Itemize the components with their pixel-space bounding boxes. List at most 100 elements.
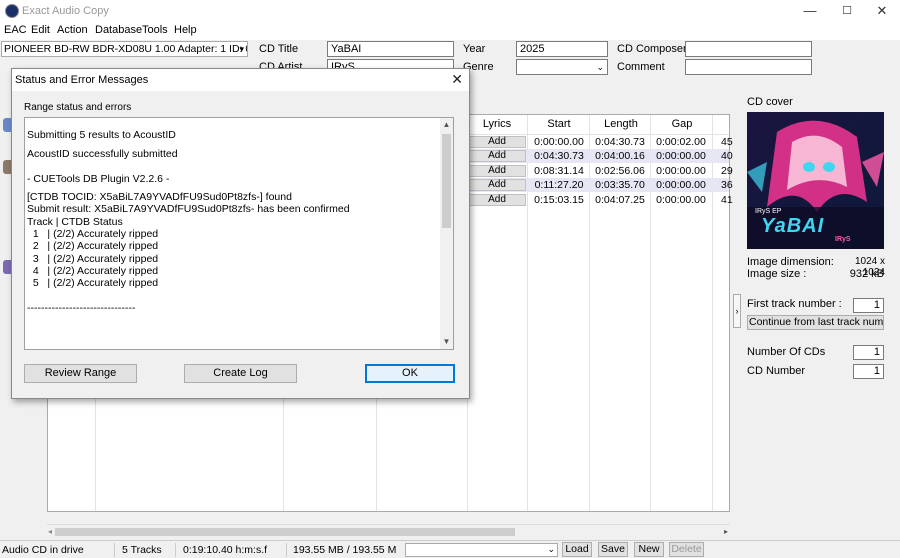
scroll-up-icon[interactable]: ▲ (440, 118, 453, 132)
delete-button[interactable]: Delete (669, 542, 704, 557)
dialog-title-bar: Status and Error Messages ✕ (12, 69, 469, 91)
vscroll-thumb[interactable] (442, 134, 451, 228)
scroll-right-icon[interactable]: ▸ (724, 527, 728, 536)
status-select[interactable]: ⌄ (405, 543, 558, 557)
cd-cover-image[interactable]: IRyS EP YaBAI IRyS (747, 112, 884, 249)
review-range-button[interactable]: Review Range (24, 364, 137, 383)
cd-number-label: CD Number (747, 365, 806, 377)
lyrics-add-button[interactable]: Add (468, 150, 526, 162)
lyrics-add-button[interactable]: Add (468, 136, 526, 148)
menu-eac[interactable]: EAC (4, 24, 27, 36)
total-size-text: 193.55 MB / 193.55 M (293, 544, 397, 556)
track-extra-cell: 45 (721, 136, 733, 148)
dialog-close-icon[interactable]: ✕ (451, 71, 463, 88)
window-title: Exact Audio Copy (22, 5, 109, 17)
message-line: 3 | (2/2) Accurately ripped (27, 252, 159, 265)
new-button[interactable]: New (634, 542, 664, 557)
dialog-title: Status and Error Messages (15, 74, 149, 86)
genre-select[interactable]: ⌄ (516, 59, 608, 75)
track-gap-cell: 0:00:00.00 (656, 150, 706, 162)
status-bar: Audio CD in drive 5 Tracks 0:19:10.40 h:… (0, 540, 900, 558)
cd-cover-label: CD cover (747, 96, 793, 108)
message-line: 5 | (2/2) Accurately ripped (27, 277, 159, 290)
lyrics-add-button[interactable]: Add (468, 179, 526, 191)
first-track-input[interactable]: 1 (853, 298, 884, 313)
track-length-cell: 0:02:56.06 (595, 165, 645, 177)
track-count-text: 5 Tracks (122, 544, 162, 556)
track-gap-cell: 0:00:00.00 (656, 194, 706, 206)
col-header-gap[interactable]: Gap (654, 118, 710, 130)
col-header-lyrics[interactable]: Lyrics (471, 118, 523, 130)
status-error-dialog: Status and Error Messages ✕ Range status… (11, 68, 470, 399)
composer-input[interactable] (685, 41, 812, 57)
menu-edit[interactable]: Edit (31, 24, 50, 36)
track-extra-cell: 41 (721, 194, 733, 206)
message-line: AcoustID successfully submitted (27, 147, 178, 160)
message-line: 2 | (2/2) Accurately ripped (27, 240, 159, 253)
message-log-vscroll[interactable]: ▲ ▼ (440, 118, 453, 349)
message-line: 4 | (2/2) Accurately ripped (27, 264, 159, 277)
load-button[interactable]: Load (562, 542, 592, 557)
message-line: [CTDB TOCID: X5aBiL7A9YVADfFU9Sud0Pt8zfs… (27, 191, 292, 204)
menu-database[interactable]: Database (95, 24, 142, 36)
track-start-cell: 0:15:03.15 (534, 194, 584, 206)
drive-state-text: Audio CD in drive (2, 544, 84, 556)
track-length-cell: 0:04:30.73 (595, 136, 645, 148)
track-gap-cell: 0:00:00.00 (656, 165, 706, 177)
message-line: Track | CTDB Status (27, 215, 123, 228)
close-button[interactable]: ✕ (864, 0, 900, 22)
track-start-cell: 0:08:31.14 (534, 165, 584, 177)
drive-select-value: PIONEER BD-RW BDR-XD08U 1.00 Adapter: 1 … (4, 43, 248, 55)
image-size-value: 932 kB (849, 268, 884, 280)
message-line: Submitting 5 results to AcoustID (27, 129, 176, 141)
track-gap-cell: 0:00:00.00 (656, 179, 706, 191)
range-status-label: Range status and errors (24, 102, 132, 113)
menu-action[interactable]: Action (57, 24, 88, 36)
track-gap-cell: 0:00:02.00 (656, 136, 706, 148)
cover-artist-text: IRyS (835, 236, 851, 243)
year-input[interactable]: 2025 (516, 41, 608, 57)
message-line: ------------------------------- (27, 302, 136, 315)
cd-title-label: CD Title (259, 43, 299, 55)
track-start-cell: 0:00:00.00 (534, 136, 584, 148)
track-start-cell: 0:11:27.20 (534, 179, 584, 191)
chevron-down-icon: ⌄ (547, 544, 555, 554)
menu-tools[interactable]: Tools (142, 24, 168, 36)
menu-bar: EAC Edit Action Database Tools Help (0, 22, 900, 40)
lyrics-add-button[interactable]: Add (468, 194, 526, 206)
maximize-button[interactable]: ☐ (829, 0, 865, 22)
comment-label: Comment (617, 61, 665, 73)
create-log-button[interactable]: Create Log (184, 364, 297, 383)
cd-number-input[interactable]: 1 (853, 364, 884, 379)
save-button[interactable]: Save (598, 542, 628, 557)
comment-input[interactable] (685, 59, 812, 75)
app-logo-icon[interactable] (5, 4, 19, 18)
drive-select[interactable]: PIONEER BD-RW BDR-XD08U 1.00 Adapter: 1 … (1, 41, 248, 57)
scroll-down-icon[interactable]: ▼ (440, 335, 453, 349)
image-dimension-label: Image dimension: (747, 256, 834, 268)
side-panel-expand-button[interactable]: › (733, 294, 741, 328)
track-start-cell: 0:04:30.73 (534, 150, 584, 162)
hscroll-thumb[interactable] (55, 528, 515, 536)
menu-help[interactable]: Help (174, 24, 197, 36)
number-of-cds-label: Number Of CDs (747, 346, 826, 358)
message-line: 1 | (2/2) Accurately ripped (27, 228, 159, 240)
total-time-text: 0:19:10.40 h:m:s.f (183, 544, 268, 556)
scroll-left-icon[interactable]: ◂ (48, 527, 52, 536)
track-list-hscroll[interactable]: ◂ ▸ (47, 524, 730, 539)
message-line: Submit result: X5aBiL7A9YVADfFU9Sud0Pt8z… (27, 203, 350, 216)
col-header-length[interactable]: Length (593, 118, 649, 130)
track-length-cell: 0:03:35.70 (595, 179, 645, 191)
ok-button[interactable]: OK (365, 364, 455, 383)
minimize-button[interactable]: — (792, 0, 828, 22)
col-header-start[interactable]: Start (531, 118, 587, 130)
cover-ep-text: IRyS EP (755, 208, 782, 215)
track-extra-cell: 40 (721, 150, 733, 162)
number-of-cds-input[interactable]: 1 (853, 345, 884, 360)
cd-title-input[interactable]: YaBAI (327, 41, 454, 57)
continue-track-number-button[interactable]: Continue from last track numbe (747, 315, 884, 330)
composer-label: CD Composer (617, 43, 687, 55)
title-bar: Exact Audio Copy — ☐ ✕ (0, 0, 900, 22)
message-log[interactable]: Submitting 5 results to AcoustID AcoustID… (24, 117, 454, 350)
lyrics-add-button[interactable]: Add (468, 165, 526, 177)
